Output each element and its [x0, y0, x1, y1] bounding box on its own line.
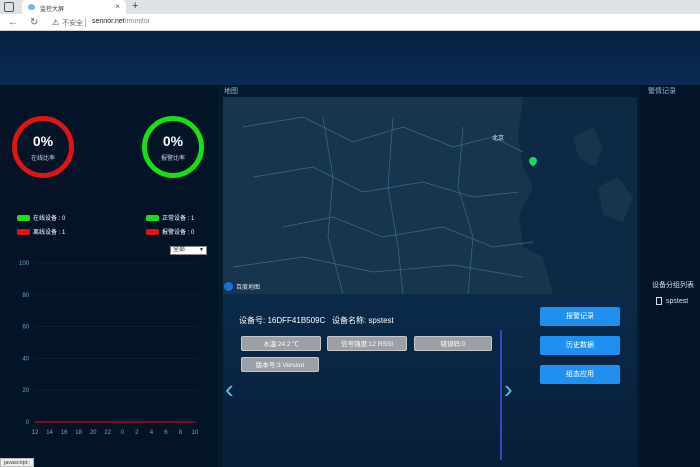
alarm-record-button[interactable]: 报警记录: [540, 307, 620, 326]
url-path: /monitor: [124, 18, 150, 25]
next-device-icon[interactable]: ›: [504, 374, 513, 405]
x-tick-label: 14: [46, 430, 53, 436]
device-name-label: 设备名称:: [331, 316, 367, 325]
map-attribution-text: 百度地图: [236, 285, 261, 291]
legend-normal: 正常设备 : 1: [146, 213, 194, 222]
online-rate-ring: 0% 在线比率: [12, 116, 74, 178]
alarm-log-title: 警情记录: [648, 88, 676, 95]
legend-online: 在线设备 : 0: [17, 213, 65, 222]
x-tick-label: 18: [75, 430, 82, 436]
legend-alarm-text: 报警设备 : 0: [162, 230, 195, 236]
url-field[interactable]: sennor.net/monitor: [92, 18, 150, 25]
legend-normal-text: 正常设备 : 1: [162, 216, 195, 222]
device-filter-value: 全部: [173, 247, 186, 253]
back-icon[interactable]: ←: [8, 17, 18, 28]
insecure-label[interactable]: 不安全: [62, 18, 83, 28]
x-tick-label: 12: [32, 430, 39, 436]
x-tick-label: 22: [104, 430, 111, 436]
browser-tab[interactable]: 监控大屏 ×: [22, 0, 126, 14]
config-app-button[interactable]: 组态应用: [540, 365, 620, 384]
warning-icon[interactable]: ⚠: [52, 18, 59, 27]
device-detail-panel: 设备号: 16DFF41B509C 设备名称: spstest 水温:24.2 …: [223, 294, 637, 467]
device-line-chart: 10080604020012 14 16 18 20 22 0 2 4 6 8 10: [19, 261, 199, 436]
legend-swatch: [146, 214, 159, 221]
device-filter-select[interactable]: 全部 ▼: [170, 246, 207, 255]
device-group-title: 设备分组列表: [652, 282, 694, 289]
error-code-chip: 错误码:0: [414, 336, 492, 351]
x-tick-label: 8: [179, 430, 183, 436]
url-host: sennor.net: [92, 18, 125, 25]
chevron-down-icon: ▼: [199, 247, 204, 253]
x-tick-label: 16: [61, 430, 68, 436]
x-tick-label: 6: [164, 430, 168, 436]
cloud-icon: [28, 4, 35, 10]
x-tick-label: 0: [121, 430, 125, 436]
device-group-item-label: spstest: [666, 297, 689, 305]
device-id-value: 16DFF41B509C: [267, 316, 326, 325]
browser-tab-bar: 监控大屏 × +: [0, 0, 700, 14]
y-tick-label: 20: [22, 388, 29, 394]
online-rate-value: 0%: [32, 133, 54, 149]
dashboard-header: [0, 31, 700, 85]
x-tick-label: 20: [90, 430, 97, 436]
device-name-value: spstest: [368, 316, 394, 325]
legend-swatch: [146, 228, 159, 235]
tab-title: 监控大屏: [40, 7, 65, 13]
legend-swatch: [17, 228, 30, 235]
prev-device-icon[interactable]: ‹: [225, 374, 234, 405]
legend-swatch: [17, 214, 30, 221]
device-group-item[interactable]: spstest: [656, 297, 688, 305]
map-title: 地图: [224, 88, 238, 95]
version-chip: 版本号:3 Version: [241, 357, 319, 372]
legend-offline-text: 离线设备 : 1: [33, 230, 66, 236]
right-panel: 警情记录 设备分组列表 spstest: [640, 85, 700, 467]
monitor-dashboard: 0% 在线比率 0% 报警比率 在线设备 : 0 离线设备 : 1 正常设备 :…: [0, 31, 700, 467]
close-tab-icon[interactable]: ×: [115, 2, 120, 11]
file-icon: [656, 297, 662, 305]
legend-alarm: 报警设备 : 0: [146, 227, 194, 236]
map-city-label: 北京: [492, 136, 505, 142]
address-divider: [85, 18, 86, 27]
address-bar: ← ↻ ⚠ 不安全 sennor.net/monitor: [0, 14, 700, 31]
x-tick-label: 4: [150, 430, 154, 436]
device-info-line: 设备号: 16DFF41B509C 设备名称: spstest: [239, 315, 394, 326]
map-view[interactable]: 北京 百度地图: [223, 97, 637, 294]
alarm-rate-value: 0%: [162, 133, 184, 149]
signal-chip: 信号强度:12 RSSI: [327, 336, 407, 351]
y-tick-label: 80: [22, 293, 29, 299]
map-attribution: 百度地图: [224, 282, 260, 291]
alarm-rate-label: 报警比率: [160, 156, 185, 162]
legend-online-text: 在线设备 : 0: [33, 216, 66, 222]
reload-icon[interactable]: ↻: [30, 17, 38, 28]
x-tick-label: 10: [192, 430, 199, 436]
y-tick-label: 60: [22, 325, 29, 331]
legend-offline: 离线设备 : 1: [17, 227, 65, 236]
x-tick-label: 2: [135, 430, 139, 436]
y-tick-label: 0: [26, 420, 30, 426]
browser-status-bar: javascript:;: [0, 458, 35, 467]
new-tab-button[interactable]: +: [132, 0, 138, 12]
alarm-rate-ring: 0% 报警比率: [142, 116, 204, 178]
water-temp-chip: 水温:24.2 ℃: [241, 336, 321, 351]
center-panel: 地图 北京 百度地图 设备号: 16DFF41B509C 设备名称: spste…: [220, 85, 640, 467]
y-tick-label: 40: [22, 356, 29, 362]
device-id-label: 设备号:: [239, 316, 266, 325]
window-menu-icon[interactable]: [4, 2, 14, 12]
y-tick-label: 100: [19, 261, 30, 267]
baidu-logo-icon: [224, 282, 233, 291]
online-rate-label: 在线比率: [30, 156, 55, 162]
history-data-button[interactable]: 历史数据: [540, 336, 620, 355]
map-background: [223, 97, 637, 294]
